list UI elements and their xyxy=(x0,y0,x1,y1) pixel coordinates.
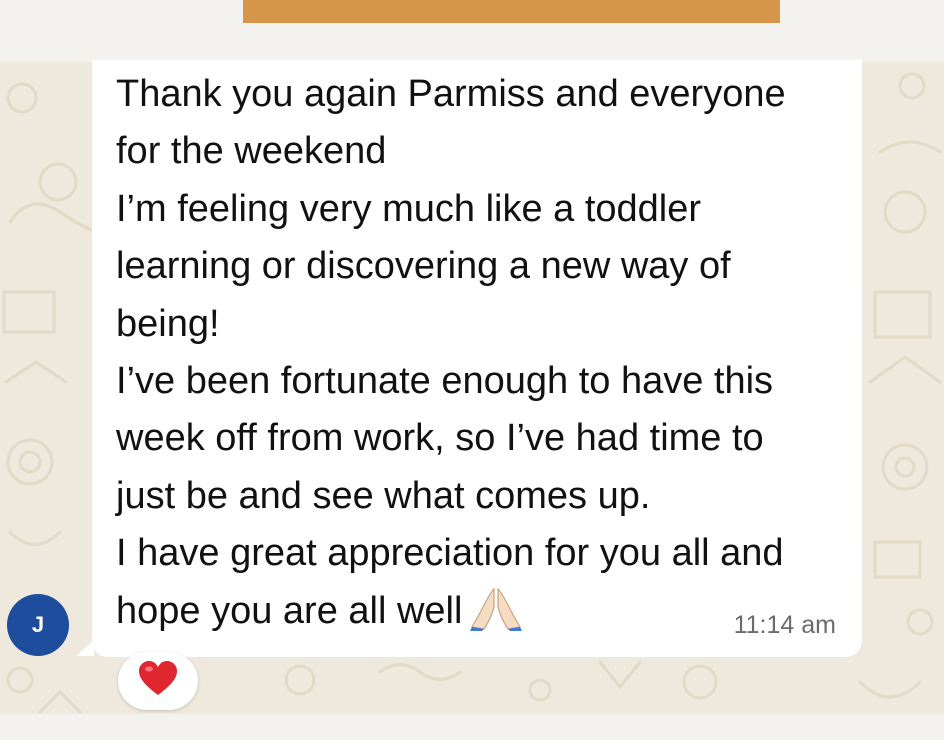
sender-avatar[interactable]: J xyxy=(7,594,69,656)
message-line: learning or discovering a new way of xyxy=(116,245,731,288)
reaction-pill[interactable] xyxy=(118,652,198,710)
avatar-initial: J xyxy=(31,612,45,637)
message-line: I’ve been fortunate enough to have this xyxy=(116,360,774,403)
message-line: I’m feeling very much like a toddler xyxy=(116,187,702,230)
message-line: Thank you again Parmiss and everyone xyxy=(116,73,786,115)
message-line: for the weekend xyxy=(116,130,387,173)
message-line: being! xyxy=(116,302,220,345)
chat-bottom-area xyxy=(0,714,944,740)
folded-hands-icon xyxy=(470,587,523,648)
message-timestamp: 11:14 am xyxy=(733,611,836,639)
previous-message-bubble[interactable] xyxy=(243,0,780,23)
message-line-last-text: hope you are all well xyxy=(116,589,463,632)
message-bubble[interactable]: Thank you again Parmiss and everyone for… xyxy=(92,60,862,657)
message-line: just be and see what comes up. xyxy=(116,474,651,517)
message-line: week off from work, so I’ve had time to xyxy=(116,417,764,460)
message-text: Thank you again Parmiss and everyone for… xyxy=(116,66,846,648)
message-line: I have great appreciation for you all an… xyxy=(116,532,784,575)
red-heart-icon xyxy=(138,660,178,702)
